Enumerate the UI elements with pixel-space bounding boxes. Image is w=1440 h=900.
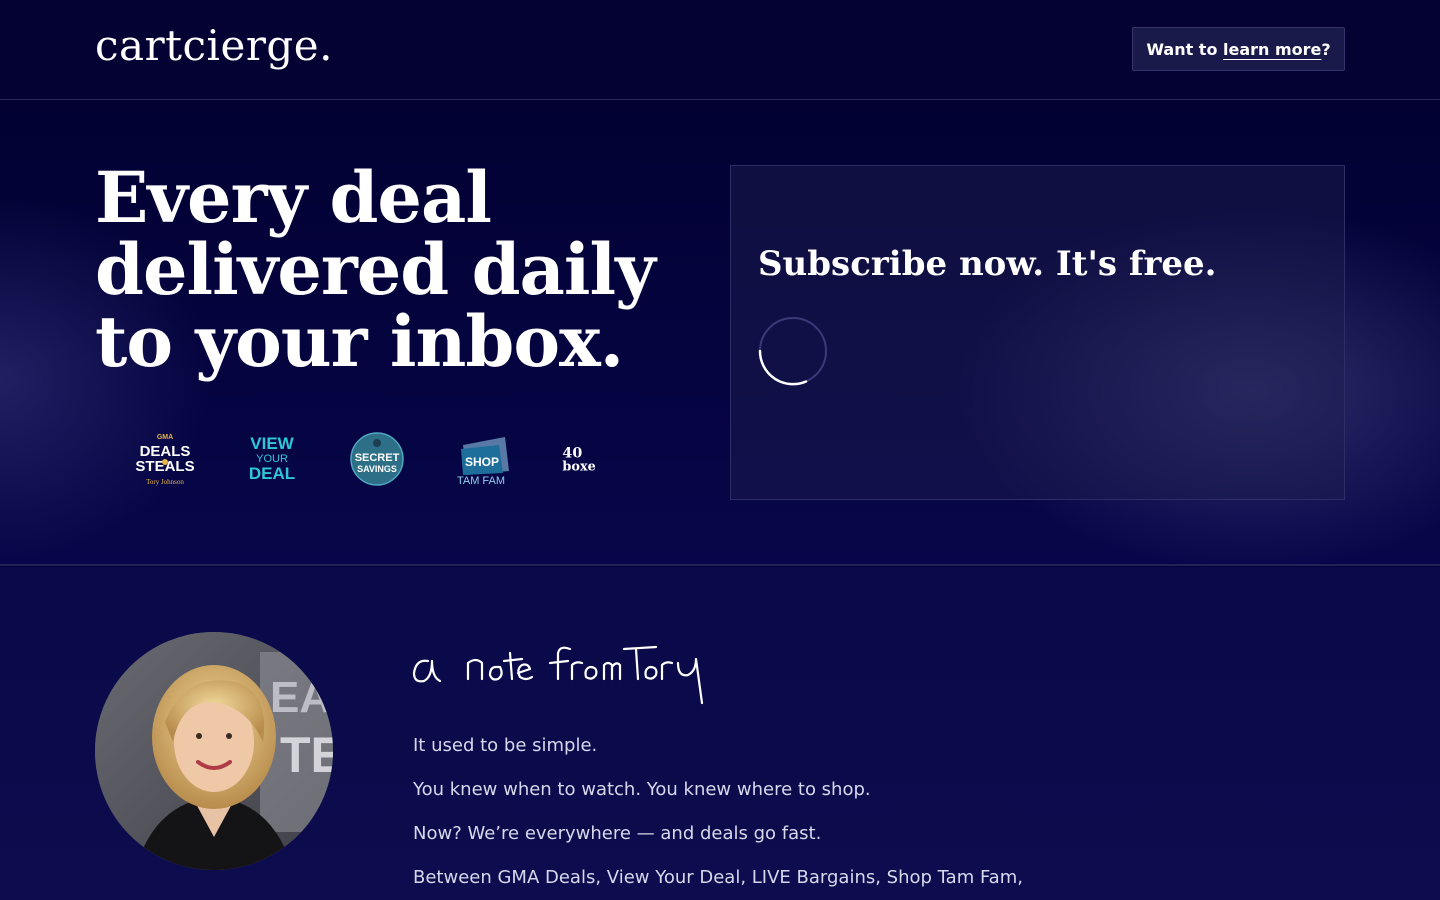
40-boxes-logo: 40 boxes bbox=[561, 431, 595, 487]
svg-text:boxes: boxes bbox=[562, 459, 595, 474]
learn-more-button[interactable]: Want to learn more? bbox=[1132, 27, 1345, 71]
svg-text:VIEW: VIEW bbox=[250, 434, 294, 453]
media-logos-row: GMA DEALS STEALS Tory Johnson VIEW YOUR … bbox=[135, 430, 595, 488]
shop-tam-fam-logo: SHOP TAM FAM bbox=[455, 431, 511, 487]
headline-line-1: Every deal bbox=[95, 156, 492, 239]
note-section: EA TE It used to be simple. You knew whe… bbox=[0, 567, 1440, 900]
loading-spinner-icon bbox=[758, 317, 827, 386]
signature-note-from-tory bbox=[412, 645, 704, 705]
site-logo[interactable]: cartcierge. bbox=[95, 22, 333, 70]
note-paragraph: Between GMA Deals, View Your Deal, LIVE … bbox=[413, 867, 1023, 888]
hero-section: Every deal delivered daily to your inbox… bbox=[0, 100, 1440, 566]
svg-text:SAVINGS: SAVINGS bbox=[357, 464, 397, 474]
svg-text:SECRET: SECRET bbox=[355, 452, 400, 464]
hero-headline: Every deal delivered daily to your inbox… bbox=[95, 156, 656, 383]
tory-label: Tory Johnson bbox=[146, 478, 184, 486]
note-body: It used to be simple. You knew when to w… bbox=[413, 734, 1023, 900]
secret-savings-logo: SECRET SAVINGS bbox=[349, 431, 405, 487]
learn-more-suffix: ? bbox=[1321, 39, 1331, 59]
gma-label: GMA bbox=[157, 434, 173, 441]
tory-avatar: EA TE bbox=[95, 632, 333, 870]
svg-text:EA: EA bbox=[270, 673, 331, 722]
note-paragraph: It used to be simple. bbox=[413, 735, 598, 756]
learn-more-link[interactable]: learn more bbox=[1223, 40, 1321, 59]
learn-more-prefix: Want to bbox=[1146, 39, 1224, 59]
site-header: cartcierge. Want to learn more? bbox=[0, 0, 1440, 100]
svg-text:DEAL: DEAL bbox=[249, 464, 295, 483]
note-paragraph: You knew when to watch. You knew where t… bbox=[413, 779, 871, 800]
svg-text:TE: TE bbox=[280, 727, 333, 783]
view-your-deal-logo: VIEW YOUR DEAL bbox=[245, 431, 299, 487]
svg-text:TAM FAM: TAM FAM bbox=[457, 475, 505, 487]
gma-deals-steals-logo: GMA DEALS STEALS Tory Johnson bbox=[135, 431, 195, 487]
note-paragraph: Now? We’re everywhere — and deals go fas… bbox=[413, 823, 822, 844]
subscribe-title: Subscribe now. It's free. bbox=[758, 244, 1217, 284]
headline-line-2: delivered daily bbox=[95, 228, 656, 311]
subscribe-card: Subscribe now. It's free. bbox=[730, 165, 1345, 500]
svg-text:SHOP: SHOP bbox=[465, 455, 499, 469]
headline-line-3: to your inbox. bbox=[95, 300, 624, 383]
